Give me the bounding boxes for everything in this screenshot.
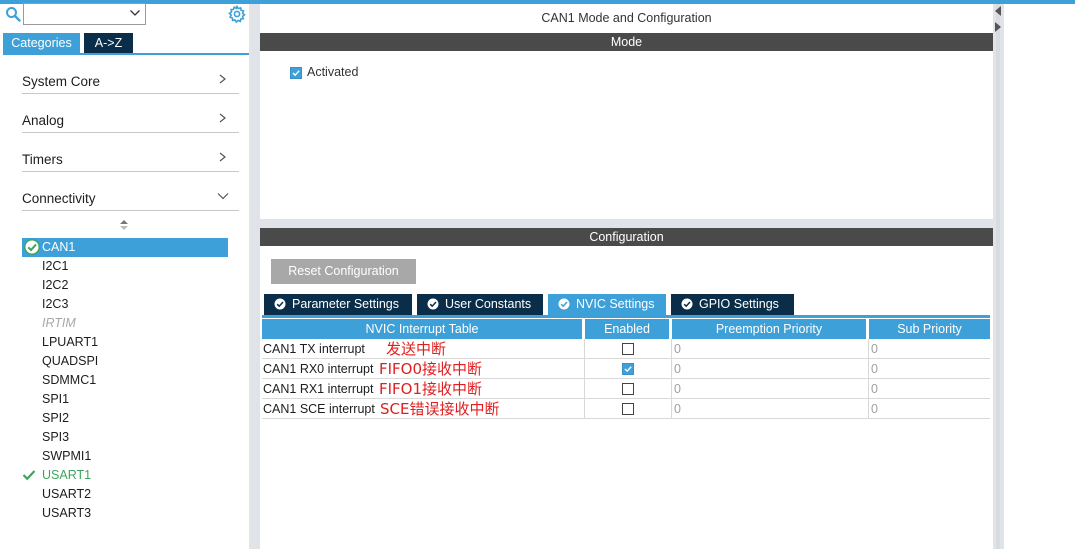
peripheral-usart2[interactable]: USART2 bbox=[42, 485, 91, 504]
category-timers[interactable]: Timers bbox=[22, 142, 239, 172]
peripheral-spi2[interactable]: SPI2 bbox=[42, 409, 69, 428]
tab-label: GPIO Settings bbox=[699, 297, 779, 311]
tab-nvic-settings[interactable]: NVIC Settings bbox=[548, 294, 666, 315]
preemption-priority: 0 bbox=[671, 379, 868, 399]
category-system-core[interactable]: System Core bbox=[22, 64, 239, 94]
gear-icon[interactable] bbox=[228, 5, 246, 23]
column-header-preemption: Preemption Priority bbox=[672, 319, 866, 339]
check-circle-icon bbox=[427, 298, 439, 310]
collapse-arrow-icon[interactable] bbox=[994, 4, 1002, 34]
check-circle-icon bbox=[274, 298, 286, 310]
peripheral-i2c2[interactable]: I2C2 bbox=[42, 276, 68, 295]
tab-label: NVIC Settings bbox=[576, 297, 655, 311]
sub-priority: 0 bbox=[868, 359, 990, 379]
check-circle-icon bbox=[558, 298, 570, 310]
table-row: CAN1 RX1 interrupt FIFO1接收中断 0 0 bbox=[262, 379, 990, 399]
category-label: Connectivity bbox=[22, 191, 96, 206]
peripheral-lpuart1[interactable]: LPUART1 bbox=[42, 333, 98, 352]
chevron-down-icon[interactable] bbox=[129, 7, 141, 19]
enabled-checkbox[interactable] bbox=[622, 343, 634, 355]
preemption-priority: 0 bbox=[671, 359, 868, 379]
sort-icon[interactable] bbox=[119, 219, 129, 231]
chevron-right-icon bbox=[219, 74, 226, 84]
table-row: CAN1 SCE interrupt SCE错误接收中断 0 0 bbox=[262, 399, 990, 419]
peripheral-swpmi1[interactable]: SWPMI1 bbox=[42, 447, 91, 466]
enabled-checkbox[interactable] bbox=[622, 383, 634, 395]
interrupt-name: CAN1 RX0 interrupt bbox=[263, 362, 374, 376]
peripheral-irtim: IRTIM bbox=[42, 316, 76, 330]
annotation-note: 发送中断 bbox=[386, 340, 447, 358]
search-input[interactable] bbox=[23, 3, 146, 25]
category-connectivity[interactable]: Connectivity bbox=[22, 181, 239, 211]
interrupt-name: CAN1 SCE interrupt bbox=[263, 402, 375, 416]
peripheral-spi3[interactable]: SPI3 bbox=[42, 428, 69, 447]
table-row: CAN1 TX interrupt 发送中断 0 0 bbox=[262, 339, 990, 359]
interrupt-name: CAN1 RX1 interrupt bbox=[263, 382, 374, 396]
mode-section bbox=[260, 51, 993, 219]
column-header-interrupt: NVIC Interrupt Table bbox=[262, 319, 582, 339]
enabled-checkbox[interactable] bbox=[622, 363, 634, 375]
tab-a-to-z[interactable]: A->Z bbox=[84, 33, 133, 53]
annotation-note: FIFO0接收中断 bbox=[379, 360, 483, 378]
tab-underline bbox=[3, 53, 249, 55]
page-title: CAN1 Mode and Configuration bbox=[260, 4, 993, 33]
sub-priority: 0 bbox=[868, 379, 990, 399]
table-row: CAN1 RX0 interrupt FIFO0接收中断 0 0 bbox=[262, 359, 990, 379]
preemption-priority: 0 bbox=[671, 399, 868, 419]
preemption-priority: 0 bbox=[671, 339, 868, 359]
peripheral-can1[interactable]: CAN1 bbox=[22, 238, 228, 257]
configuration-section-header: Configuration bbox=[260, 228, 993, 246]
interrupt-name: CAN1 TX interrupt bbox=[263, 342, 365, 356]
check-icon bbox=[22, 470, 36, 481]
search-icon[interactable] bbox=[5, 6, 21, 22]
peripheral-quadspi[interactable]: QUADSPI bbox=[42, 352, 98, 371]
tab-user-constants[interactable]: User Constants bbox=[417, 294, 543, 315]
category-label: System Core bbox=[22, 74, 101, 89]
side-strip bbox=[996, 4, 1000, 549]
peripheral-spi1[interactable]: SPI1 bbox=[42, 390, 69, 409]
chevron-right-icon bbox=[219, 152, 226, 162]
category-analog[interactable]: Analog bbox=[22, 103, 239, 133]
chevron-down-icon bbox=[217, 193, 229, 200]
tab-gpio-settings[interactable]: GPIO Settings bbox=[671, 294, 794, 315]
activated-checkbox[interactable] bbox=[290, 67, 302, 79]
sub-priority: 0 bbox=[868, 399, 990, 419]
sub-priority: 0 bbox=[868, 339, 990, 359]
category-label: Timers bbox=[22, 152, 63, 167]
check-circle-icon bbox=[681, 298, 693, 310]
tab-label: User Constants bbox=[445, 297, 532, 311]
annotation-note: FIFO1接收中断 bbox=[379, 380, 483, 398]
mode-section-header: Mode bbox=[260, 33, 993, 51]
activated-label[interactable]: Activated bbox=[307, 65, 358, 79]
enabled-checkbox[interactable] bbox=[622, 403, 634, 415]
tab-label: Parameter Settings bbox=[292, 297, 399, 311]
peripheral-label: CAN1 bbox=[42, 240, 76, 254]
category-label: Analog bbox=[22, 113, 65, 128]
peripheral-i2c1[interactable]: I2C1 bbox=[42, 257, 68, 276]
column-header-enabled: Enabled bbox=[585, 319, 669, 339]
reset-configuration-button[interactable]: Reset Configuration bbox=[271, 259, 416, 284]
tab-parameter-settings[interactable]: Parameter Settings bbox=[264, 294, 412, 315]
check-circle-icon bbox=[24, 239, 40, 255]
chevron-right-icon bbox=[219, 113, 226, 123]
tab-categories[interactable]: Categories bbox=[3, 33, 80, 53]
peripheral-i2c3[interactable]: I2C3 bbox=[42, 295, 68, 314]
peripheral-label: USART1 bbox=[42, 468, 92, 482]
peripheral-usart3[interactable]: USART3 bbox=[42, 504, 91, 523]
peripheral-usart1[interactable]: USART1 bbox=[22, 466, 92, 485]
peripheral-sdmmc1[interactable]: SDMMC1 bbox=[42, 371, 96, 390]
tab-underline bbox=[262, 315, 990, 318]
annotation-note: SCE错误接收中断 bbox=[380, 400, 500, 418]
column-header-sub-priority: Sub Priority bbox=[869, 319, 990, 339]
